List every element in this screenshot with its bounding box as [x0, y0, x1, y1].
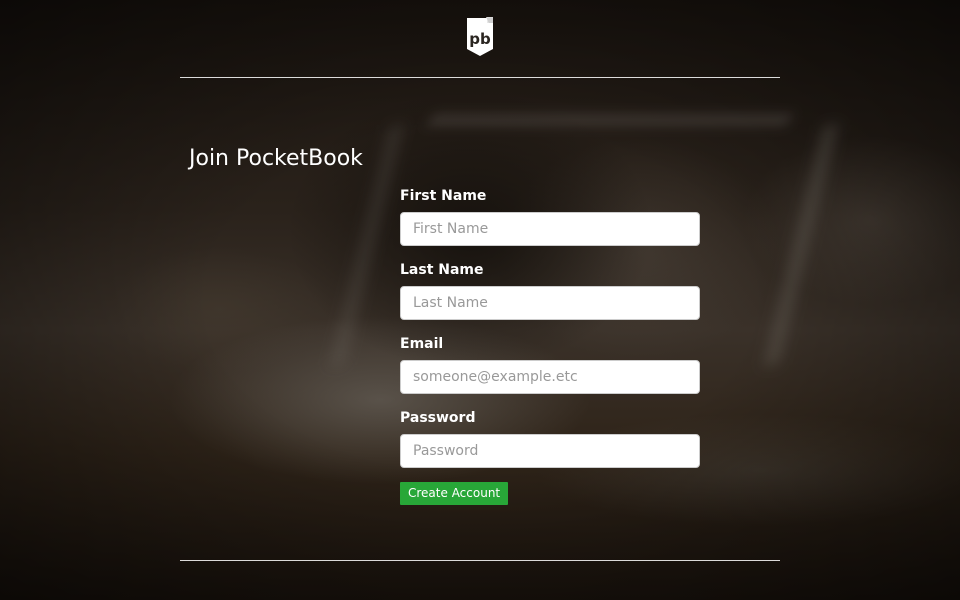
logo-text: pb — [469, 30, 491, 48]
password-input[interactable] — [400, 434, 700, 468]
signup-page: pb Join PocketBook First Name Last Name … — [0, 0, 960, 600]
password-label: Password — [400, 410, 476, 426]
signup-form: First Name Last Name Email Password Crea… — [400, 186, 700, 505]
last-name-group: Last Name — [400, 260, 700, 334]
top-divider — [180, 77, 780, 78]
email-group: Email — [400, 334, 700, 408]
first-name-input[interactable] — [400, 212, 700, 246]
first-name-group: First Name — [400, 186, 700, 260]
background-laptop-edge — [428, 115, 792, 125]
last-name-input[interactable] — [400, 286, 700, 320]
password-group: Password — [400, 408, 700, 482]
create-account-button[interactable]: Create Account — [400, 482, 509, 505]
page-title: Join PocketBook — [189, 146, 363, 171]
last-name-label: Last Name — [400, 262, 484, 278]
pocketbook-logo-icon[interactable]: pb — [463, 16, 497, 57]
email-input[interactable] — [400, 360, 700, 394]
email-label: Email — [400, 336, 444, 352]
bottom-divider — [180, 560, 780, 561]
first-name-label: First Name — [400, 188, 487, 204]
